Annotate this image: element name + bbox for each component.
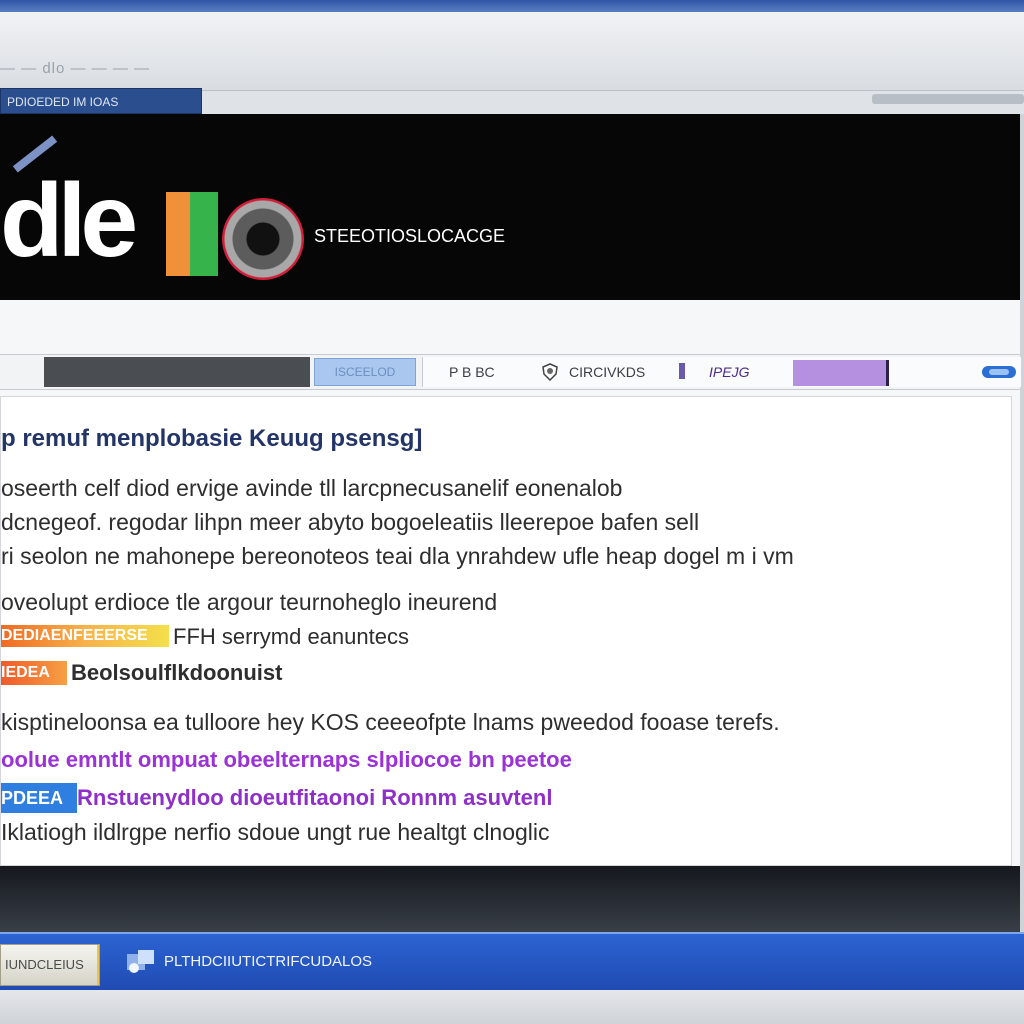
taskbar-window-button[interactable]: PLTHDCIIUTICTRIFCUDALOS <box>118 942 428 982</box>
nav-links: P B BC CIRCIVKDS IPEJG <box>422 357 1021 387</box>
paragraph-line: dcnegeof. regodar lihpn meer abyto bogoe… <box>1 509 700 535</box>
purple-link-line-2[interactable]: Rnstuenydloo dioeutfitaonoi Ronnm asuvte… <box>77 783 667 813</box>
shield-icon <box>542 363 558 381</box>
paragraph-line: Iklatiogh ildlrgpe nerfio sdoue ungt rue… <box>1 819 550 845</box>
bookmark-icon <box>679 363 685 379</box>
logo-disc-icon <box>222 198 304 280</box>
toolbar-grip[interactable] <box>872 94 1024 104</box>
site-nav-bar: ISCEELOD P B BC CIRCIVKDS IPEJG <box>0 354 1021 390</box>
site-header: dle STEEOTIOSLOCACGE <box>0 114 1020 300</box>
address-area: — — dlo — — — — <box>0 12 1024 91</box>
logo-orange-stripe <box>166 192 190 276</box>
purple-link-line[interactable]: oolue emntlt ompuat obeelternaps slplioc… <box>1 745 761 775</box>
tag-1-text: FFH serrymd eanuntecs <box>173 624 409 649</box>
nav-search-button[interactable]: ISCEELOD <box>314 358 416 386</box>
paragraph-line: ri seolon ne mahonepe bereonoteos teai d… <box>1 543 794 569</box>
tag-2-text: Beolsoulflkdoonuist <box>71 660 283 685</box>
bottom-strip <box>0 990 1024 1024</box>
nav-link-3[interactable]: IPEJG <box>709 357 771 387</box>
nav-purple-block[interactable] <box>793 360 889 386</box>
nav-link-1[interactable]: P B BC <box>449 357 519 387</box>
paragraph-line: oseerth celf diod ervige avinde tll larc… <box>1 475 623 501</box>
nav-link-2[interactable]: CIRCIVKDS <box>569 357 665 387</box>
highlight-tag-1[interactable]: DEDIAENFEEERSE <box>1 625 169 647</box>
paragraph-line: kisptineloonsa ea tulloore hey KOS ceeeo… <box>1 709 780 735</box>
page-tab[interactable]: PDIOEDED IM IOAS <box>0 88 202 114</box>
highlight-tag-2[interactable]: IEDEA <box>1 661 67 685</box>
start-button[interactable]: IUNDCLEIUS <box>0 944 100 986</box>
nav-dark-block <box>44 357 310 387</box>
address-bar[interactable]: — — dlo — — — — <box>0 52 400 86</box>
window-bottom-shade <box>0 866 1020 934</box>
logo-green-stripe <box>190 192 218 276</box>
blue-chip[interactable]: PDEEA <box>1 783 77 813</box>
site-logo-text[interactable]: dle <box>0 166 170 276</box>
top-window-strip <box>0 0 1024 12</box>
article-content: p remuf menplobasie Keuug psensg] oseert… <box>0 396 1012 866</box>
article-heading: p remuf menplobasie Keuug psensg] <box>1 425 423 452</box>
paragraph-line: oveolupt erdioce tle argour teurnoheglo … <box>1 589 498 615</box>
site-tagline: STEEOTIOSLOCACGE <box>314 226 506 246</box>
browser-content-window: dle STEEOTIOSLOCACGE ISCEELOD P B BC CIR… <box>0 114 1024 934</box>
chat-icon[interactable] <box>981 365 1017 379</box>
